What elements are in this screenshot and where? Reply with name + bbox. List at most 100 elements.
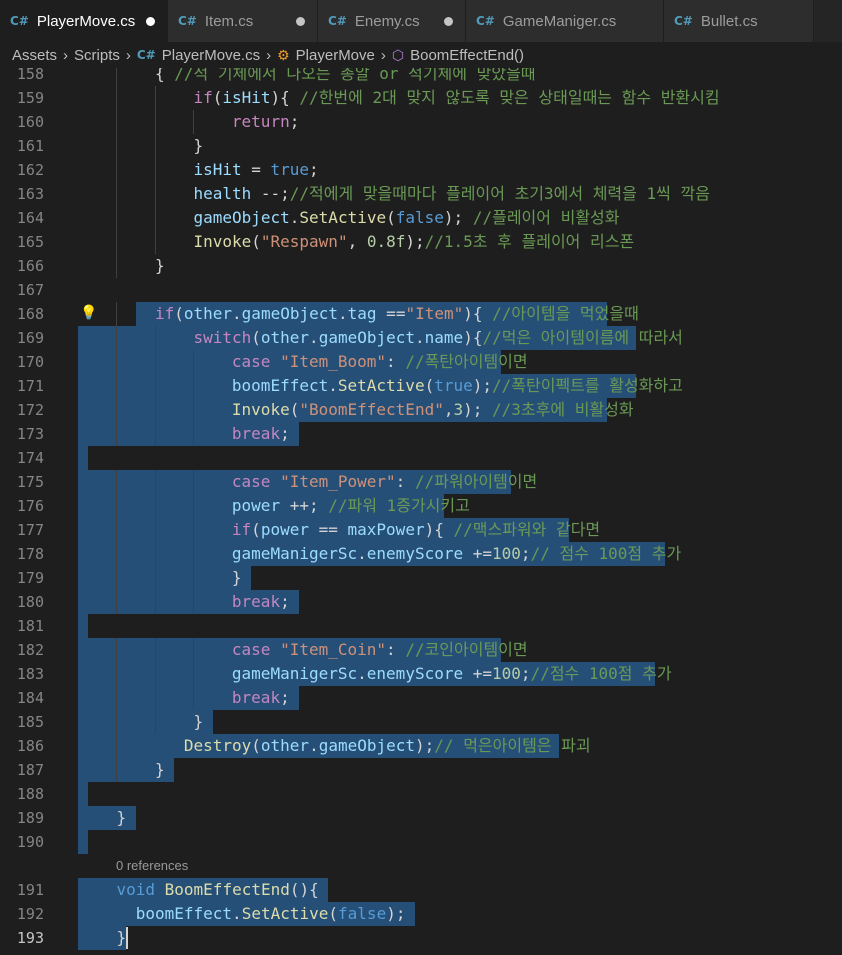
code-line[interactable]: 188 <box>0 782 842 806</box>
code-token: //맥스파워와 같다면 <box>453 520 601 539</box>
csharp-file-icon: C# <box>476 14 495 28</box>
line-number: 182 <box>16 641 44 659</box>
selection-highlight <box>78 806 136 830</box>
code-token: ( <box>174 304 184 323</box>
lightbulb-icon[interactable]: 💡 <box>80 305 97 321</box>
indent-guide <box>116 230 118 254</box>
code-line[interactable]: 186 Destroy(other.gameObject);// 먹은아이템은 파… <box>0 734 842 758</box>
tab-item-cs[interactable]: C# Item.cs <box>168 0 318 42</box>
codelens-references[interactable]: 0 references <box>116 854 188 878</box>
tab-enemy-cs[interactable]: C# Enemy.cs <box>318 0 466 42</box>
code-token: power <box>260 520 309 539</box>
code-text: if(isHit){ //한번에 2대 맞지 않도록 맞은 상태일때는 함수 반… <box>193 86 719 110</box>
code-line[interactable]: 176 power ++; //파워 1증가시키고 <box>0 494 842 518</box>
indent-guide <box>116 518 118 542</box>
indent-guide <box>154 686 156 710</box>
code-token: ( <box>424 376 435 395</box>
line-number: 174 <box>16 449 44 467</box>
code-line[interactable]: 160 return; <box>0 110 842 134</box>
line-number: 166 <box>16 257 44 275</box>
code-line[interactable]: 175 case "Item_Power": //파워아이템이면 <box>0 470 842 494</box>
indent-guide <box>116 422 118 446</box>
code-line[interactable]: 164 gameObject.SetActive(false); //플레이어 비… <box>0 206 842 230</box>
code-text: } <box>193 134 203 158</box>
unsaved-dot-icon[interactable] <box>296 16 305 26</box>
code-line[interactable]: 178 gameManigerSc.enemyScore +=100;// 점수 … <box>0 542 842 566</box>
line-number: 171 <box>16 377 44 395</box>
code-line[interactable]: 167 <box>0 278 842 302</box>
code-line[interactable]: 181 <box>0 614 842 638</box>
code-token: SetActive <box>337 376 425 395</box>
code-line[interactable]: 159 if(isHit){ //한번에 2대 맞지 않도록 맞은 상태일때는 함… <box>0 86 842 110</box>
code-line[interactable]: 174 <box>0 446 842 470</box>
breadcrumb-assets[interactable]: Assets <box>12 47 57 64</box>
code-line[interactable]: 194 <box>0 950 842 955</box>
line-number: 189 <box>16 809 44 827</box>
code-text: Destroy(other.gameObject);// 먹은아이템은 파괴 <box>184 734 591 758</box>
unsaved-dot-icon[interactable] <box>146 16 155 26</box>
indent-guide <box>116 110 118 134</box>
code-line[interactable]: 166} <box>0 254 842 278</box>
unsaved-dot-icon[interactable] <box>444 16 453 26</box>
code-line[interactable]: 170 case "Item_Boom": //폭탄아이템이면 <box>0 350 842 374</box>
code-line[interactable]: 182 case "Item_Coin": //코인아이템이면 <box>0 638 842 662</box>
code-line[interactable]: 168 if(other.gameObject.tag =="Item"){ //… <box>0 302 842 326</box>
code-line[interactable]: 180 break; <box>0 590 842 614</box>
code-token: . <box>309 328 319 347</box>
code-token: gameObject <box>318 736 416 755</box>
code-line[interactable]: 193} <box>0 926 842 950</box>
breadcrumb-class[interactable]: PlayerMove <box>296 47 375 64</box>
indent-guide <box>116 326 118 350</box>
code-text: break; <box>232 422 290 446</box>
indent-guide <box>116 398 118 422</box>
code-token: boomEffect <box>231 376 329 395</box>
code-editor[interactable]: 158{ //적 기체에서 나오는 총알 or 적기체에 맞았을때 159 if(i… <box>0 68 842 955</box>
code-line[interactable]: 185} <box>0 710 842 734</box>
indent-guide <box>154 182 156 206</box>
breadcrumb-file[interactable]: PlayerMove.cs <box>162 47 260 64</box>
code-line[interactable]: 179} <box>0 566 842 590</box>
code-token: maxPower <box>347 520 425 539</box>
code-line[interactable]: 183 gameManigerSc.enemyScore +=100;//점수 1… <box>0 662 842 686</box>
code-line[interactable]: 169 switch(other.gameObject.name){//먹은 아이… <box>0 326 842 350</box>
code-text: } <box>116 926 126 950</box>
code-line[interactable]: 191 void BoomEffectEnd(){ <box>0 878 842 902</box>
code-token: // 점수 100점 추가 <box>530 544 682 563</box>
code-line[interactable]: 192 boomEffect.SetActive(false); <box>0 902 842 926</box>
code-line[interactable]: 184 break; <box>0 686 842 710</box>
line-number: 161 <box>16 137 44 155</box>
code-line[interactable]: 173 break; <box>0 422 842 446</box>
code-text: Invoke("Respawn", 0.8f);//1.5초 후 플레이어 리스… <box>193 230 634 254</box>
code-line[interactable]: 189} <box>0 806 842 830</box>
code-line[interactable]: 158 { //적 기체에서 나오는 총알 or 적기체에 맞았을때 <box>0 68 842 86</box>
line-number: 173 <box>16 425 44 443</box>
code-text: if(power == maxPower){ //맥스파워와 같다면 <box>232 518 600 542</box>
code-token: 0.8f <box>366 232 406 251</box>
code-line[interactable]: 165 Invoke("Respawn", 0.8f);//1.5초 후 플레이어… <box>0 230 842 254</box>
code-text: } <box>193 710 203 734</box>
code-line[interactable]: 163 health --;//적에게 맞을때마다 플레이어 초기3에서 체력을 … <box>0 182 842 206</box>
code-line[interactable]: 190 <box>0 830 842 854</box>
code-line[interactable]: 172 Invoke("BoomEffectEnd",3); //3초후에 비활성… <box>0 398 842 422</box>
code-line[interactable]: 162 isHit = true; <box>0 158 842 182</box>
code-line[interactable]: 187} <box>0 758 842 782</box>
code-token: ( <box>289 400 300 419</box>
breadcrumb-scripts[interactable]: Scripts <box>74 47 120 64</box>
breadcrumb-method[interactable]: BoomEffectEnd() <box>410 47 524 64</box>
code-token: ( <box>251 520 261 539</box>
code-line[interactable]: 177 if(power == maxPower){ //맥스파워와 같다면 <box>0 518 842 542</box>
line-number: 184 <box>16 689 44 707</box>
tab-gamemaniger-cs[interactable]: C# GameManiger.cs <box>466 0 664 42</box>
line-number: 179 <box>16 569 44 587</box>
line-number: 178 <box>16 545 44 563</box>
code-text: gameManigerSc.enemyScore +=100;// 점수 100… <box>232 542 681 566</box>
code-token: gameObject <box>241 304 338 323</box>
tab-playermove-cs[interactable]: C# PlayerMove.cs <box>0 0 168 42</box>
code-token: ( <box>251 328 261 347</box>
code-line[interactable]: 161} <box>0 134 842 158</box>
tab-bullet-cs[interactable]: C# Bullet.cs <box>664 0 814 42</box>
code-line[interactable]: 171 boomEffect.SetActive(true);//폭탄이펙트를 활… <box>0 374 842 398</box>
code-token: : <box>395 472 415 491</box>
